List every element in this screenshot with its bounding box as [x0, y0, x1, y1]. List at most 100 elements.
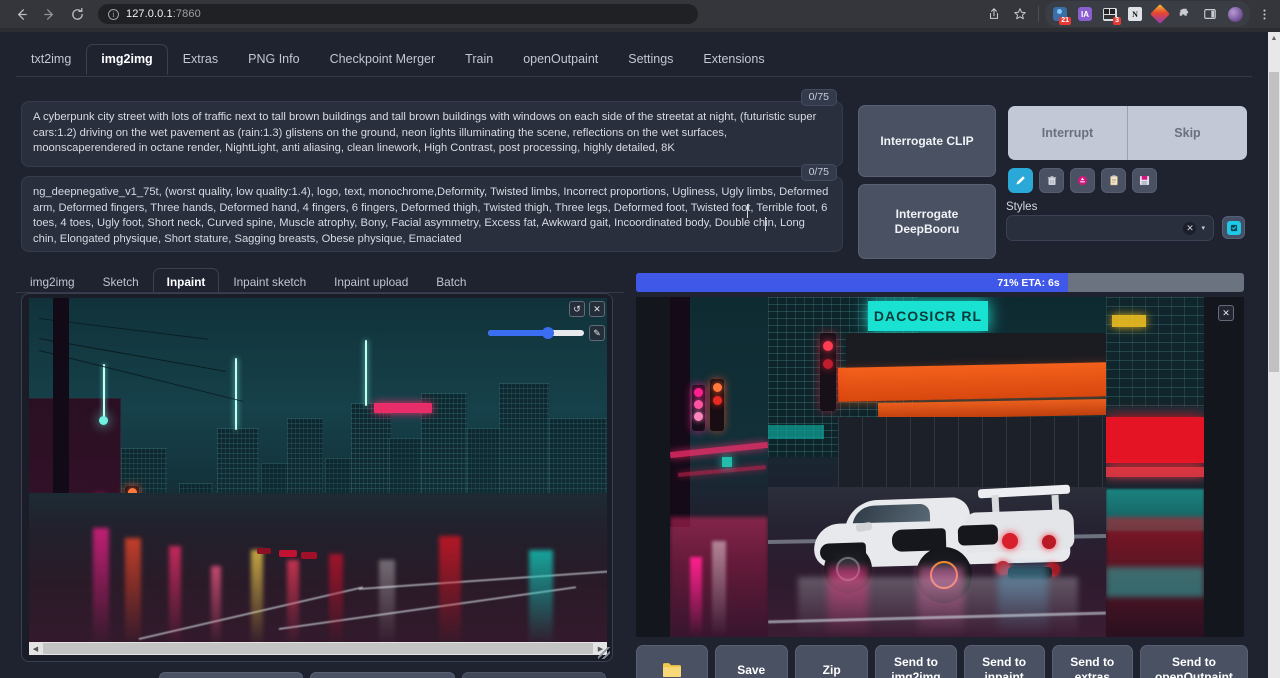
tab-train[interactable]: Train [450, 44, 508, 75]
apply-style-glyph [1227, 221, 1241, 235]
tab-txt2img[interactable]: txt2img [16, 44, 86, 75]
page-scroll-thumb[interactable] [1269, 72, 1279, 372]
send-to-img2img-label: Send to img2img [891, 655, 940, 678]
styles-dropdown[interactable]: ✕ ▾ [1006, 215, 1214, 241]
progress-label: 71% ETA: 6s [636, 273, 1068, 292]
brush-size-slider[interactable] [488, 330, 584, 336]
video-downloader-extension-icon[interactable]: 3 [1098, 2, 1122, 26]
scroll-left-icon[interactable]: ◀ [29, 642, 42, 655]
extensions-group: 21 IA 3 N [1045, 1, 1250, 27]
send-to-openoutpaint-label: Send to openOutpaint [1155, 655, 1233, 678]
canvas-scroll-thumb[interactable] [43, 643, 593, 654]
interrogate-deepbooru-label: Interrogate DeepBooru [877, 207, 977, 237]
send-to-openoutpaint-button[interactable]: Send to openOutpaint [1140, 645, 1248, 678]
mouse-text-cursor [765, 217, 766, 231]
ublock-badge: 21 [1059, 17, 1071, 25]
sidepanel-extension-icon[interactable] [1198, 2, 1222, 26]
colorpicker-extension-icon[interactable] [1148, 2, 1172, 26]
notion-extension-icon[interactable]: N [1123, 2, 1147, 26]
copy-to-img2img-button[interactable]: img2img [159, 672, 303, 678]
skip-button[interactable]: Skip [1128, 106, 1247, 160]
star-icon[interactable] [1008, 2, 1032, 26]
copy-to-sketch-button[interactable]: sketch [310, 672, 454, 678]
address-bar[interactable]: i 127.0.0.1:7860 [98, 4, 698, 24]
preview-center-image: DACOSICR RL [768, 297, 1106, 637]
close-preview-icon[interactable]: ✕ [1218, 305, 1234, 321]
send-to-inpaint-label: Send to inpaint [982, 655, 1026, 678]
tab-openoutpaint[interactable]: openOutpaint [508, 44, 613, 75]
forward-arrow-icon[interactable] [36, 1, 62, 27]
reload-icon[interactable] [64, 1, 90, 27]
puzzle-extension-icon[interactable] [1173, 2, 1197, 26]
browser-toolbar-right: 21 IA 3 N [982, 0, 1276, 28]
clear-styles-icon[interactable]: ✕ [1183, 222, 1196, 235]
styles-label: Styles [1006, 201, 1037, 213]
trash-icon[interactable] [1039, 168, 1064, 193]
result-action-buttons: Save Zip Send to img2img Send to inpaint… [636, 645, 1248, 678]
preview-sign-text: DACOSICR RL [874, 308, 982, 324]
ublock-extension-icon[interactable]: 21 [1048, 2, 1072, 26]
interrogate-clip-button[interactable]: Interrogate CLIP [858, 105, 996, 177]
clipboard-icon[interactable] [1101, 168, 1126, 193]
zip-button[interactable]: Zip [795, 645, 868, 678]
interrogate-deepbooru-button[interactable]: Interrogate DeepBooru [858, 184, 996, 259]
canvas-toolbar: ↺ ✕ [569, 301, 605, 317]
tab-bar-underline [16, 76, 1252, 77]
main-tab-bar: txt2img img2img Extras PNG Info Checkpoi… [16, 44, 780, 75]
share-icon[interactable] [982, 2, 1006, 26]
prompt-tool-buttons [1008, 168, 1157, 193]
back-arrow-icon[interactable] [8, 1, 34, 27]
preview-right-slice [1106, 297, 1204, 637]
tab-png-info[interactable]: PNG Info [233, 44, 314, 75]
url-host: 127.0.0.1 [126, 8, 173, 20]
send-to-inpaint-button[interactable]: Send to inpaint [964, 645, 1045, 678]
paintbrush-icon[interactable] [1008, 168, 1033, 193]
tab-img2img[interactable]: img2img [86, 44, 167, 75]
brush-slider-knob[interactable] [542, 327, 554, 339]
interrupt-button[interactable]: Interrupt [1008, 106, 1127, 160]
interrupt-skip-group: Interrupt Skip [1008, 106, 1247, 160]
tab-extras[interactable]: Extras [168, 44, 233, 75]
chevron-down-icon[interactable]: ▾ [1201, 224, 1205, 232]
save-button[interactable]: Save [715, 645, 788, 678]
tab-extensions[interactable]: Extensions [688, 44, 779, 75]
apply-style-icon[interactable] [1222, 216, 1245, 239]
generation-preview[interactable]: ✕ [636, 297, 1244, 637]
negative-prompt-token-counter: 0/75 [801, 164, 837, 181]
send-to-extras-button[interactable]: Send to extras [1052, 645, 1133, 678]
generation-progress-bar: 71% ETA: 6s [636, 273, 1244, 292]
result-panel: 71% ETA: 6s ✕ [636, 268, 1248, 678]
scroll-up-icon[interactable]: ▲ [1268, 32, 1280, 44]
kebab-menu-icon[interactable] [1252, 2, 1276, 26]
brush-slider-fill [488, 330, 548, 336]
cyberpunk-street-artwork [29, 298, 607, 646]
prompt-input[interactable]: A cyberpunk city street with lots of tra… [21, 101, 843, 167]
inpaint-source-image[interactable] [29, 298, 607, 646]
copy-to-inpaint-button[interactable]: inpaint [462, 672, 606, 678]
recycle-icon[interactable] [1070, 168, 1095, 193]
canvas-horizontal-scrollbar[interactable]: ◀ ▶ [29, 642, 607, 655]
resize-grip[interactable] [598, 647, 610, 659]
url-port: :7860 [173, 8, 201, 20]
inpaint-canvas-panel[interactable]: ↺ ✕ ✎ ◀ ▶ [21, 293, 613, 662]
save-style-icon[interactable] [1132, 168, 1157, 193]
clear-canvas-icon[interactable]: ✕ [589, 301, 605, 317]
video-downloader-badge: 3 [1113, 17, 1121, 25]
tab-checkpoint-merger[interactable]: Checkpoint Merger [315, 44, 451, 75]
webui-page: txt2img img2img Extras PNG Info Checkpoi… [0, 32, 1268, 678]
browser-nav-buttons [0, 1, 90, 27]
toolbar-divider [1038, 6, 1039, 22]
send-to-extras-label: Send to extras [1070, 655, 1114, 678]
send-to-img2img-button[interactable]: Send to img2img [875, 645, 956, 678]
negative-prompt-input[interactable]: ng_deepnegative_v1_75t, (worst quality, … [21, 176, 843, 252]
page-scrollbar[interactable]: ▲ [1268, 32, 1280, 678]
ia-extension-icon[interactable]: IA [1073, 2, 1097, 26]
tab-settings[interactable]: Settings [613, 44, 688, 75]
brush-icon[interactable]: ✎ [589, 325, 605, 341]
site-info-icon[interactable]: i [108, 9, 119, 20]
undo-icon[interactable]: ↺ [569, 301, 585, 317]
open-folder-button[interactable] [636, 645, 708, 678]
text-cursor [747, 204, 748, 218]
profile-avatar[interactable] [1223, 2, 1247, 26]
brush-controls: ✎ [488, 325, 605, 341]
